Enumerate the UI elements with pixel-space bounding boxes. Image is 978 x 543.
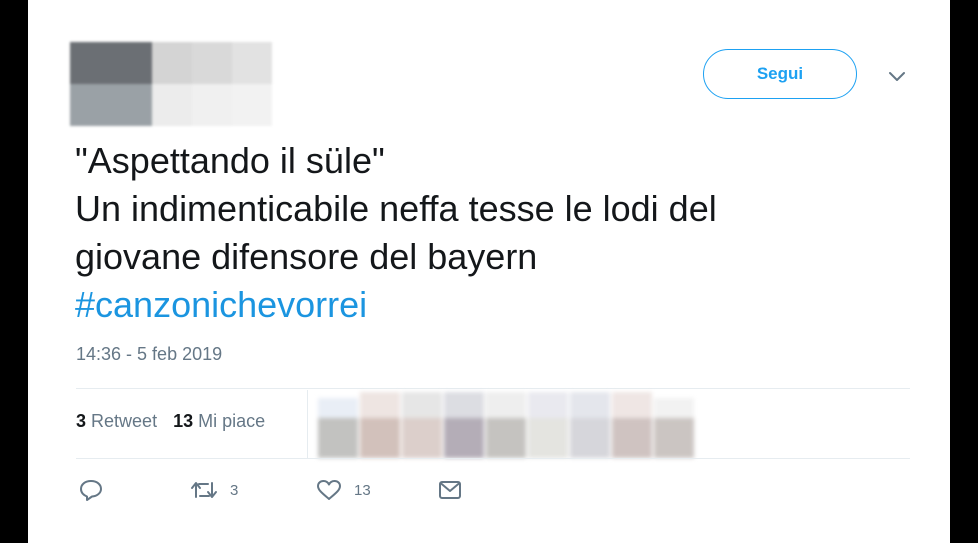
tweet-stats: 3 Retweet 13 Mi piace xyxy=(76,411,265,432)
divider xyxy=(76,458,910,459)
retweet-stat-label: Retweet xyxy=(91,411,158,431)
like-count: 13 xyxy=(354,481,371,499)
like-button[interactable]: 13 xyxy=(316,479,438,501)
chevron-down-icon[interactable] xyxy=(886,66,908,88)
like-stat-label: Mi piace xyxy=(198,411,266,431)
heart-icon xyxy=(316,479,342,501)
reply-icon xyxy=(78,478,104,502)
envelope-icon xyxy=(438,480,462,500)
like-stat[interactable]: 13 Mi piace xyxy=(173,411,265,432)
like-stat-count: 13 xyxy=(173,411,194,431)
likers-avatars-redacted[interactable] xyxy=(318,392,718,458)
tweet-card: Segui "Aspettando il süle" Un indimentic… xyxy=(28,0,950,543)
tweet-actions: 3 13 xyxy=(78,478,462,502)
direct-message-button[interactable] xyxy=(438,480,462,500)
follow-button[interactable]: Segui xyxy=(703,49,857,99)
retweet-stat-count: 3 xyxy=(76,411,87,431)
divider xyxy=(307,390,308,458)
tweet-text-line: giovane difensore del bayern xyxy=(75,236,538,277)
tweet-text-line: Un indimenticabile neffa tesse le lodi d… xyxy=(75,188,717,229)
hashtag-link[interactable]: #canzonichevorrei xyxy=(75,281,875,329)
retweet-stat[interactable]: 3 Retweet xyxy=(76,411,157,432)
tweet-text: "Aspettando il süle" Un indimenticabile … xyxy=(75,137,875,329)
divider xyxy=(76,388,910,389)
retweet-count: 3 xyxy=(230,481,239,499)
tweet-text-line: "Aspettando il süle" xyxy=(75,140,385,181)
retweet-button[interactable]: 3 xyxy=(190,479,316,501)
tweet-timestamp[interactable]: 14:36 - 5 feb 2019 xyxy=(76,344,222,365)
author-info-redacted[interactable] xyxy=(70,42,312,134)
reply-button[interactable] xyxy=(78,478,190,502)
retweet-icon xyxy=(190,479,218,501)
